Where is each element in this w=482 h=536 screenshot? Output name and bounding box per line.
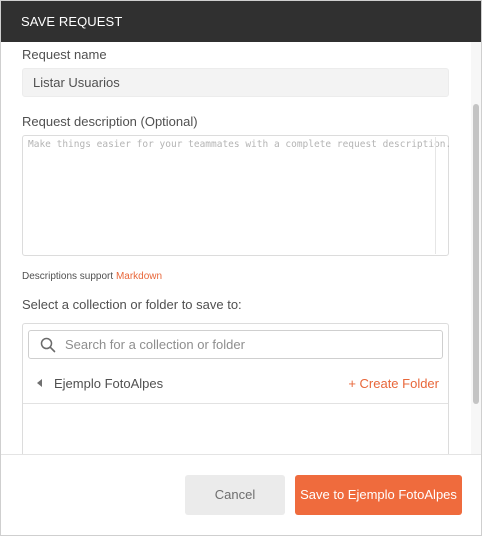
- markdown-note-text: Descriptions support: [22, 271, 116, 282]
- create-folder-link[interactable]: + Create Folder: [348, 376, 439, 391]
- markdown-note: Descriptions support Markdown: [22, 271, 162, 282]
- request-description-field[interactable]: Make things easier for your teammates wi…: [22, 135, 452, 256]
- dialog-title: SAVE REQUEST: [1, 1, 481, 42]
- list-item[interactable]: Ejemplo FotoAlpes + Create Folder: [23, 364, 448, 404]
- caret-left-icon[interactable]: [37, 379, 42, 387]
- save-request-dialog: SAVE REQUEST Request name Listar Usuario…: [0, 0, 482, 536]
- collection-picker: Ejemplo FotoAlpes + Create Folder: [22, 323, 449, 463]
- collection-label: Select a collection or folder to save to…: [22, 297, 242, 312]
- request-name-label: Request name: [22, 47, 107, 62]
- dialog-scrollbar-thumb[interactable]: [473, 104, 479, 404]
- request-description-placeholder: Make things easier for your teammates wi…: [28, 139, 452, 150]
- save-button[interactable]: Save to Ejemplo FotoAlpes: [295, 475, 462, 515]
- collection-search-box[interactable]: [28, 330, 443, 359]
- dialog-scrollbar[interactable]: [471, 42, 481, 454]
- markdown-link[interactable]: Markdown: [116, 271, 162, 282]
- request-name-field[interactable]: Listar Usuarios: [22, 68, 449, 97]
- request-description-label: Request description (Optional): [22, 114, 198, 129]
- collection-name[interactable]: Ejemplo FotoAlpes: [54, 376, 163, 391]
- cancel-button[interactable]: Cancel: [185, 475, 285, 515]
- dialog-footer: Cancel Save to Ejemplo FotoAlpes: [1, 454, 481, 535]
- description-scrollbar[interactable]: [435, 137, 447, 254]
- search-icon: [40, 337, 56, 353]
- collection-search-input[interactable]: [65, 331, 435, 358]
